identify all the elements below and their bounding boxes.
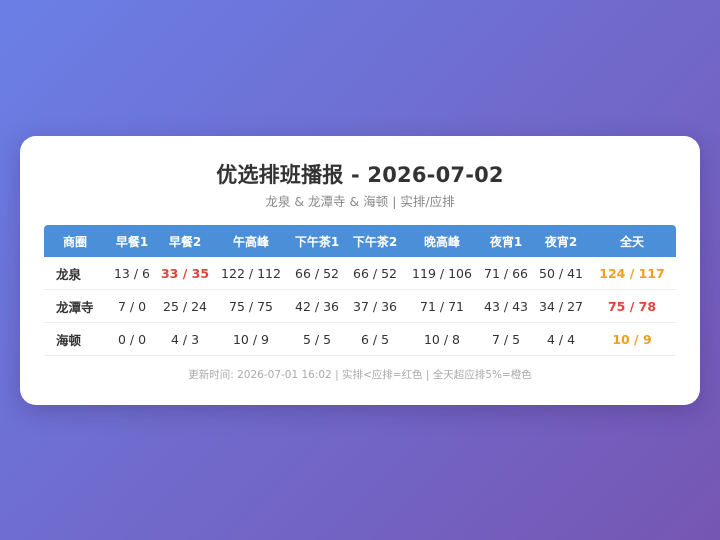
column-header-full-day: 全天: [588, 225, 676, 257]
cell-lunch-peak: 75 / 75: [212, 289, 290, 323]
report-title: 优选排班播报 - 2026-07-02: [216, 163, 504, 187]
cell-breakfast-1: 7 / 0: [106, 289, 158, 323]
column-header-late-night-1: 夜宵1: [478, 225, 534, 257]
cell-breakfast-1: 13 / 6: [106, 257, 158, 290]
column-header-breakfast-2: 早餐2: [158, 225, 212, 257]
cell-afternoon-tea-1: 66 / 52: [290, 257, 344, 290]
cell-breakfast-2: 25 / 24: [158, 289, 212, 323]
cell-dinner-peak: 71 / 71: [406, 289, 478, 323]
cell-afternoon-tea-2: 6 / 5: [344, 322, 406, 356]
table-row: 海顿 0 / 04 / 3 10 / 95 / 56 / 5 10 / 87 / 54…: [44, 322, 676, 356]
table-header-row: 商圈 早餐1 早餐2 午高峰 下午茶1 下午茶2 晚高峰 夜宵1 夜宵2 全天: [44, 225, 676, 257]
district-name: 龙潭寺: [44, 289, 106, 323]
cell-afternoon-tea-1: 5 / 5: [290, 322, 344, 356]
cell-afternoon-tea-1: 42 / 36: [290, 289, 344, 323]
cell-late-night-2: 50 / 41: [534, 257, 588, 290]
table-row: 龙泉 13 / 6 33 / 35 122 / 112 66 / 52 66 / 52 11…: [44, 257, 676, 290]
cell-dinner-peak: 119 / 106: [406, 257, 478, 290]
cell-breakfast-1: 0 / 0: [106, 322, 158, 356]
district-name: 海顿: [44, 322, 106, 356]
column-header-dinner-peak: 晚高峰: [406, 225, 478, 257]
report-subtitle: 龙泉 & 龙潭寺 & 海顿 | 实排/应排: [265, 194, 455, 209]
cell-late-night-1: 43 / 43: [478, 289, 534, 323]
report-footer: 更新时间: 2026-07-01 16:02 | 实排<应排=红色 | 全天超应…: [188, 369, 532, 381]
cell-late-night-2: 4 / 4: [534, 322, 588, 356]
cell-afternoon-tea-2: 66 / 52: [344, 257, 406, 290]
cell-late-night-1: 71 / 66: [478, 257, 534, 290]
column-header-late-night-2: 夜宵2: [534, 225, 588, 257]
column-header-breakfast-1: 早餐1: [106, 225, 158, 257]
cell-breakfast-2: 4 / 3: [158, 322, 212, 356]
table-row: 龙潭寺 7 / 0 25 / 24 75 / 75 42 / 36 37 / 36 71 /…: [44, 289, 676, 323]
cell-late-night-1: 7 / 5: [478, 322, 534, 356]
cell-full-day: 75 / 78: [588, 289, 676, 323]
schedule-table: 商圈 早餐1 早餐2 午高峰 下午茶1 下午茶2 晚高峰 夜宵1 夜宵2 全天 …: [44, 225, 676, 356]
cell-full-day: 10 / 9: [588, 322, 676, 356]
cell-late-night-2: 34 / 27: [534, 289, 588, 323]
table-body: 龙泉 13 / 6 33 / 35 122 / 112 66 / 52 66 / 52 11…: [44, 257, 676, 356]
cell-breakfast-2: 33 / 35: [158, 257, 212, 290]
district-name: 龙泉: [44, 257, 106, 290]
cell-dinner-peak: 10 / 8: [406, 322, 478, 356]
report-card: 优选排班播报 - 2026-07-02 龙泉 & 龙潭寺 & 海顿 | 实排/应…: [20, 136, 700, 405]
column-header-afternoon-tea-1: 下午茶1: [290, 225, 344, 257]
column-header-district: 商圈: [44, 225, 106, 257]
column-header-lunch-peak: 午高峰: [212, 225, 290, 257]
cell-lunch-peak: 10 / 9: [212, 322, 290, 356]
cell-afternoon-tea-2: 37 / 36: [344, 289, 406, 323]
cell-full-day: 124 / 117: [588, 257, 676, 290]
cell-lunch-peak: 122 / 112: [212, 257, 290, 290]
column-header-afternoon-tea-2: 下午茶2: [344, 225, 406, 257]
